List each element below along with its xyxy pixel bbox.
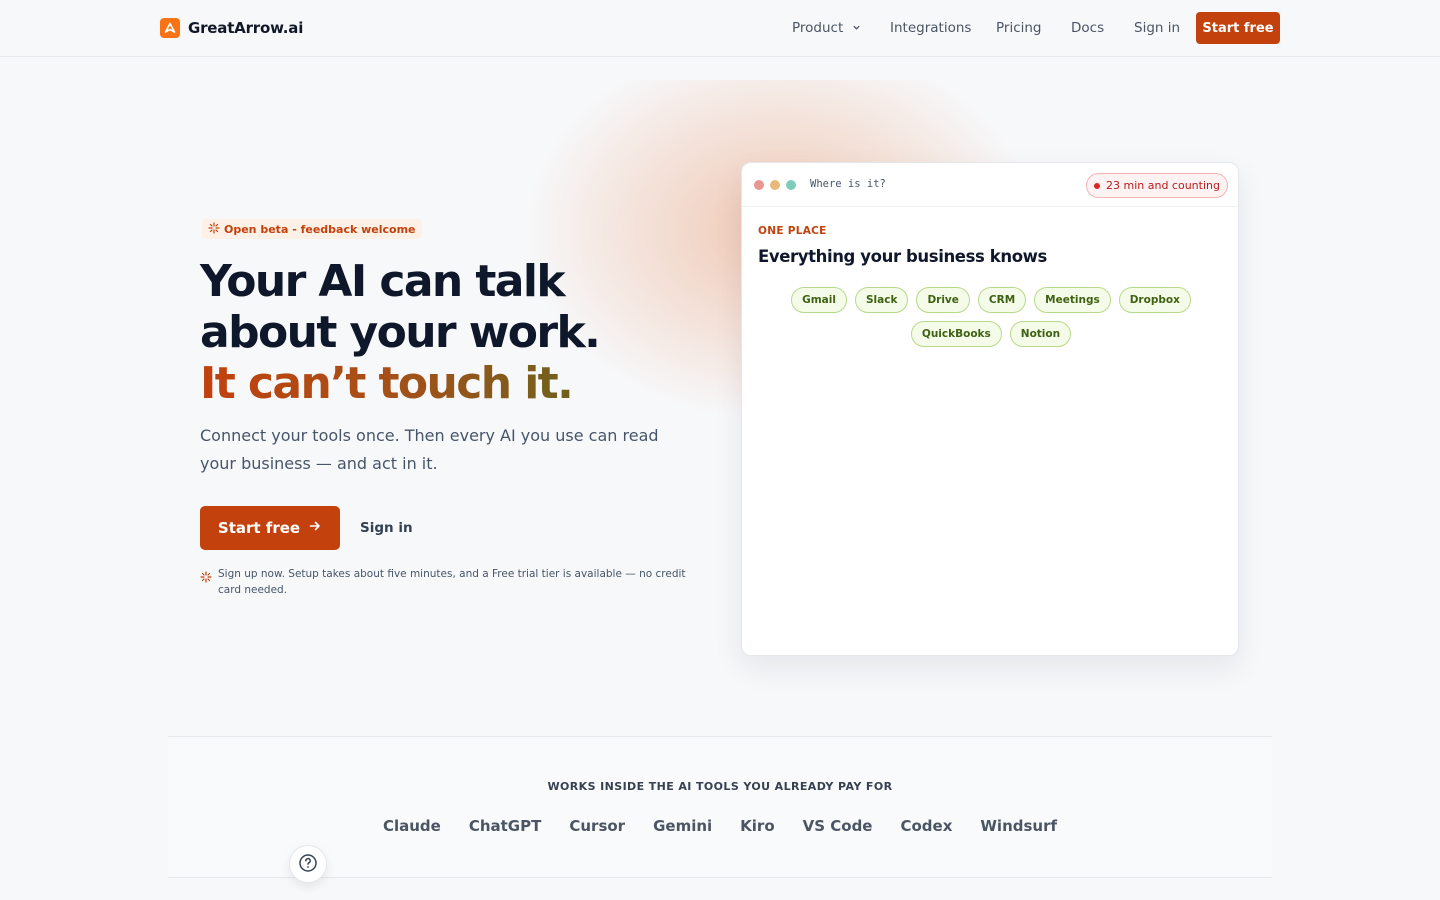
- beta-badge-label: Open beta - feedback welcome: [224, 222, 416, 236]
- nav-product[interactable]: Product: [792, 20, 861, 36]
- chip-quickbooks: QuickBooks: [910, 321, 1002, 347]
- works-with-title: WORKS INSIDE THE AI TOOLS YOU ALREADY PA…: [547, 780, 893, 793]
- help-button[interactable]: [289, 845, 327, 883]
- chip-gmail: Gmail: [791, 287, 847, 313]
- nav-pricing[interactable]: Pricing: [996, 20, 1042, 36]
- demo-card-header: Where is it? 23 min and counting: [742, 163, 1238, 207]
- time-counter-label: 23 min and counting: [1106, 179, 1220, 192]
- chip-dropbox: Dropbox: [1118, 287, 1191, 313]
- tool-cursor: Cursor: [569, 817, 626, 835]
- hero-headline: Your AI can talk about your work. It can…: [200, 256, 680, 409]
- tool-vscode: VS Code: [802, 817, 873, 835]
- tool-chatgpt: ChatGPT: [468, 817, 542, 835]
- chip-drive: Drive: [916, 287, 970, 313]
- arrow-right-icon: [308, 519, 322, 537]
- recording-dot-icon: [1094, 182, 1100, 189]
- card-title: Everything your business knows: [758, 247, 1047, 266]
- hero-start-free-label: Start free: [217, 519, 301, 537]
- headline-accent: It can’t touch it.: [200, 358, 680, 409]
- sparkle-icon: [208, 221, 220, 237]
- help-icon: [298, 853, 318, 876]
- tool-claude: Claude: [382, 817, 441, 835]
- hero-start-free-button[interactable]: Start free: [200, 506, 340, 550]
- headline-line-1: Your AI can talk: [200, 256, 566, 307]
- nav-docs[interactable]: Docs: [1071, 20, 1104, 36]
- beta-badge: Open beta - feedback welcome: [202, 219, 422, 239]
- hero-sign-in-link[interactable]: Sign in: [360, 520, 413, 536]
- signup-note-text: Sign up now. Setup takes about five minu…: [218, 568, 686, 596]
- tool-windsurf: Windsurf: [980, 817, 1058, 835]
- sparkle-icon: [200, 568, 212, 598]
- chip-notion: Notion: [1009, 321, 1072, 347]
- integration-chips: Gmail Slack Drive CRM Meetings Dropbox Q…: [758, 287, 1224, 347]
- time-counter-badge: 23 min and counting: [1086, 173, 1228, 198]
- chip-meetings: Meetings: [1034, 287, 1111, 313]
- hero-subtitle: Connect your tools once. Then every AI y…: [200, 426, 659, 473]
- ai-tools-list: Claude ChatGPT Cursor Gemini Kiro VS Cod…: [168, 817, 1272, 835]
- chip-slack: Slack: [854, 287, 909, 313]
- card-eyebrow: ONE PLACE: [758, 225, 827, 237]
- brand-logo[interactable]: GreatArrow.ai: [160, 18, 303, 38]
- brand-name: GreatArrow.ai: [188, 19, 304, 37]
- nav-product-label: Product: [792, 20, 844, 36]
- tool-codex: Codex: [900, 817, 953, 835]
- chip-crm: CRM: [977, 287, 1027, 313]
- window-dot-yellow: [770, 180, 780, 190]
- tool-kiro: Kiro: [740, 817, 775, 835]
- window-dot-green: [786, 180, 796, 190]
- demo-query: Where is it?: [810, 178, 886, 190]
- tool-gemini: Gemini: [653, 817, 713, 835]
- headline-line-2: about your work.: [200, 307, 601, 358]
- nav-integrations[interactable]: Integrations: [890, 20, 971, 36]
- signup-note: Sign up now. Setup takes about five minu…: [200, 566, 700, 598]
- nav-sign-in[interactable]: Sign in: [1134, 20, 1180, 36]
- top-navigation: GreatArrow.ai Product Integrations Prici…: [0, 0, 1440, 57]
- window-dot-red: [754, 180, 764, 190]
- nav-start-free-button[interactable]: Start free: [1196, 12, 1280, 44]
- works-with-section: WORKS INSIDE THE AI TOOLS YOU ALREADY PA…: [168, 736, 1272, 878]
- chevron-down-icon: [852, 20, 861, 36]
- demo-card: Where is it? 23 min and counting ONE PLA…: [741, 162, 1239, 656]
- logo-arrow-icon: [160, 18, 180, 38]
